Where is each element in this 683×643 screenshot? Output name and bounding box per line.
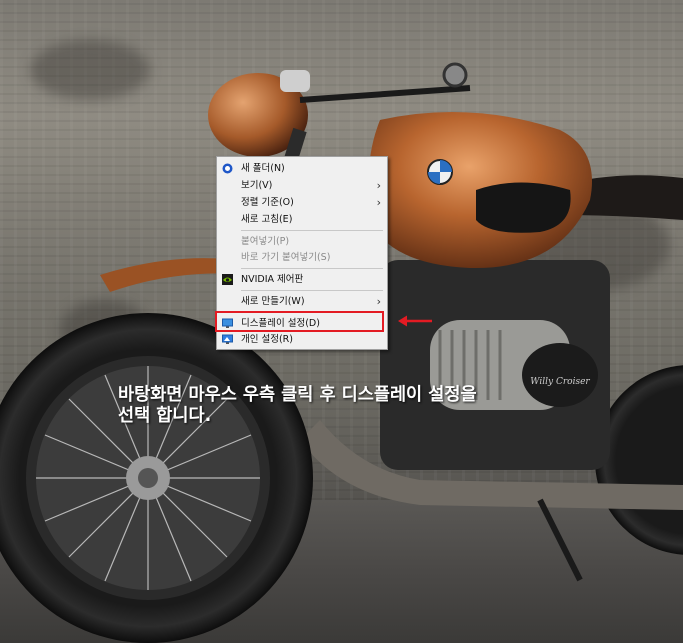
caption-line-2: 선택 합니다. [118, 406, 212, 426]
menu-separator [241, 230, 383, 231]
mirror [442, 62, 468, 88]
caption-line-1: 바탕화면 마우스 우측 클릭 후 디스플레이 설정을 [118, 385, 477, 405]
kickstand [537, 498, 583, 582]
menu-item-label: NVIDIA 제어판 [241, 274, 304, 285]
menu-item-label: 새로 만들기(W) [241, 296, 305, 307]
red-arrow-icon [398, 315, 432, 327]
menu-item-label: 보기(V) [241, 180, 273, 191]
menu-item-personalize[interactable]: 개인 설정(R) [217, 331, 387, 348]
menu-item-paste[interactable]: 붙여넣기(P) [217, 233, 387, 250]
menu-item-new[interactable]: 새로 만들기(W) › [217, 293, 387, 310]
highlight-box [215, 311, 384, 332]
nvidia-icon [222, 274, 233, 285]
menu-item-refresh[interactable]: 새로 고침(E) [217, 211, 387, 228]
menu-item-label: 바로 가기 붙여넣기(S) [241, 252, 331, 263]
menu-item-label: 붙여넣기(P) [241, 236, 290, 247]
personalize-icon [222, 334, 233, 344]
menu-item-view[interactable]: 보기(V) › [217, 177, 387, 194]
menu-item-label: 정렬 기준(O) [241, 197, 294, 208]
menu-item-paste-shortcut[interactable]: 바로 가기 붙여넣기(S) [217, 249, 387, 266]
menu-item-label: 새 폴더(N) [241, 163, 285, 174]
menu-item-nvidia-control-panel[interactable]: NVIDIA 제어판 [217, 271, 387, 288]
submenu-arrow-icon: › [376, 295, 381, 308]
menu-item-label: 개인 설정(R) [241, 334, 293, 345]
knee-pad [476, 182, 571, 233]
new-folder-icon [222, 163, 233, 174]
menu-item-label: 새로 고침(E) [241, 214, 293, 225]
menu-item-new-folder[interactable]: 새 폴더(N) [217, 160, 387, 177]
submenu-arrow-icon: › [376, 196, 381, 209]
handlebar [299, 85, 471, 103]
instruction-caption: 바탕화면 마우스 우측 클릭 후 디스플레이 설정을 선택 합니다. [118, 385, 598, 427]
submenu-arrow-icon: › [376, 179, 381, 192]
menu-separator [241, 290, 383, 291]
menu-item-sort-by[interactable]: 정렬 기준(O) › [217, 194, 387, 211]
menu-separator [241, 268, 383, 269]
gauge [280, 70, 310, 92]
